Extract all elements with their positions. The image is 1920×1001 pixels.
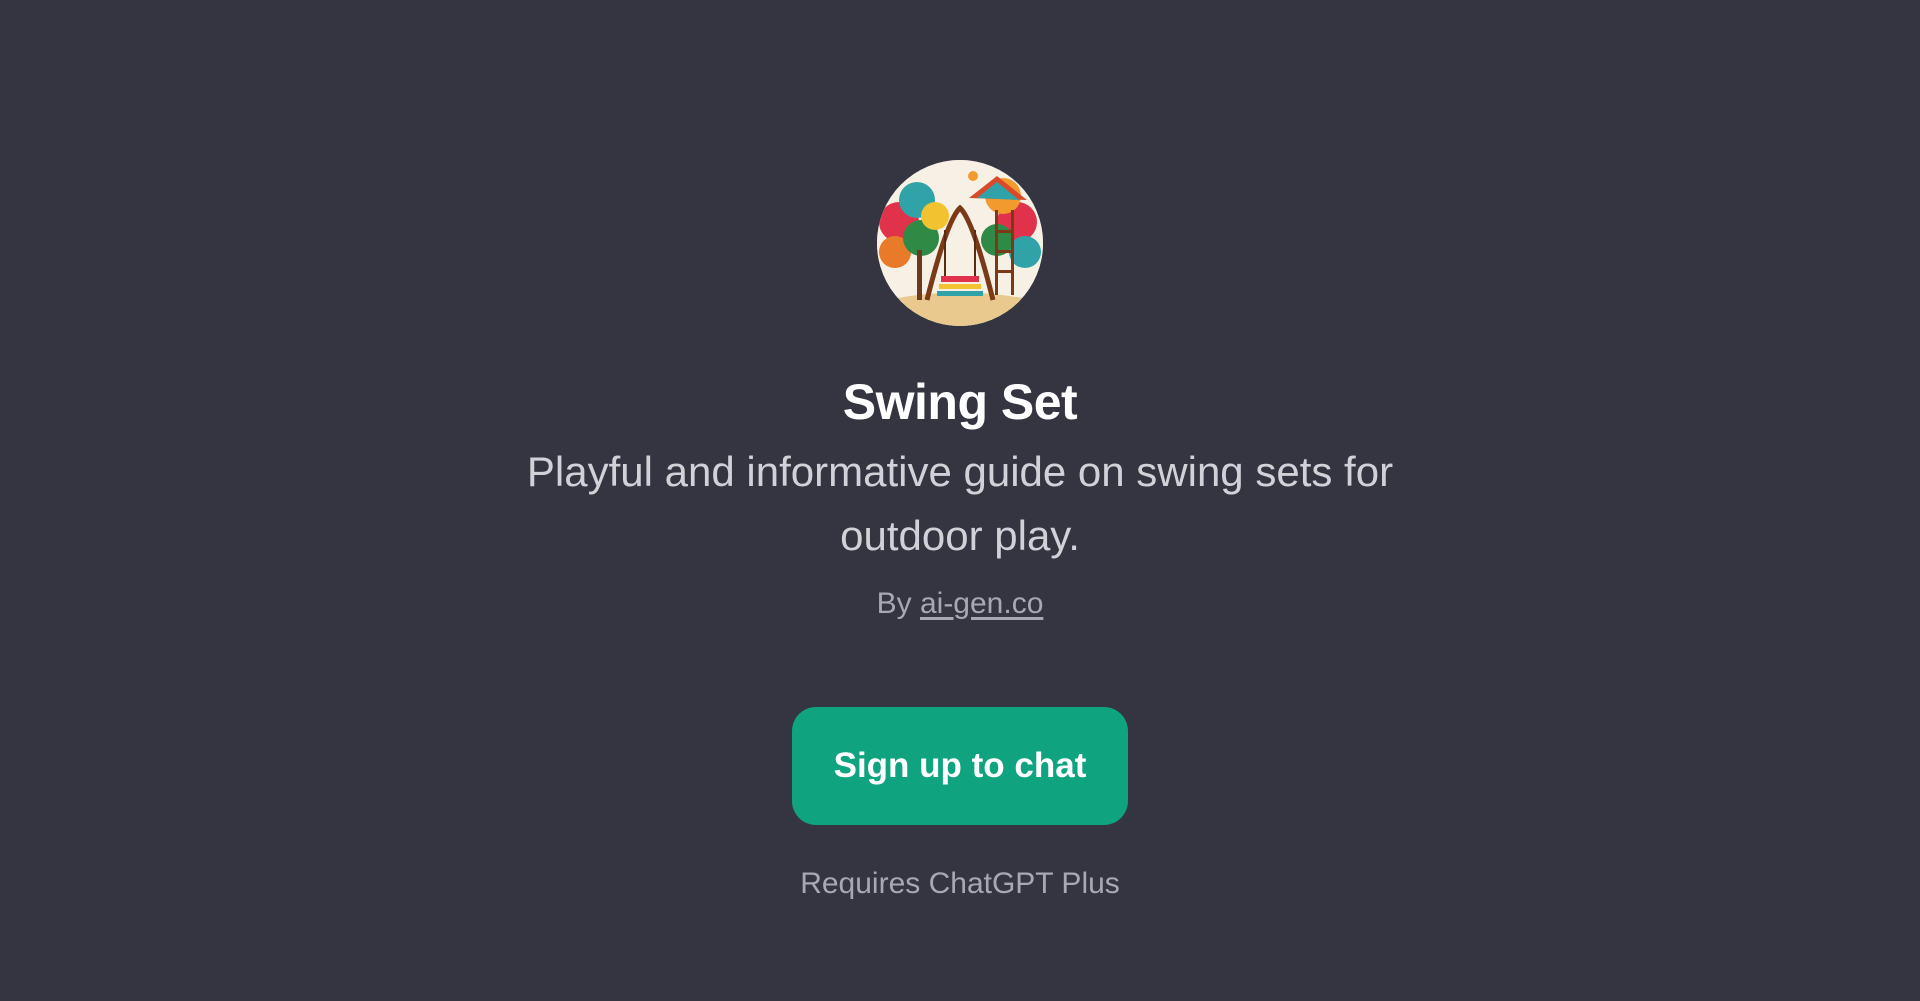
sign-up-to-chat-button[interactable]: Sign up to chat [792,707,1128,825]
author-link[interactable]: ai-gen.co [920,587,1043,620]
plus-requirement-note: Requires ChatGPT Plus [800,867,1120,900]
author-byline: By ai-gen.co [877,584,1044,623]
gpt-title: Swing Set [842,374,1078,430]
avatar [877,160,1043,326]
gpt-description: Playful and informative guide on swing s… [526,448,1394,559]
swing-set-illustration-icon [877,160,1043,326]
byline-prefix: By [876,587,912,620]
gpt-landing-page: Swing Set Playful and informative guide … [0,0,1920,1001]
